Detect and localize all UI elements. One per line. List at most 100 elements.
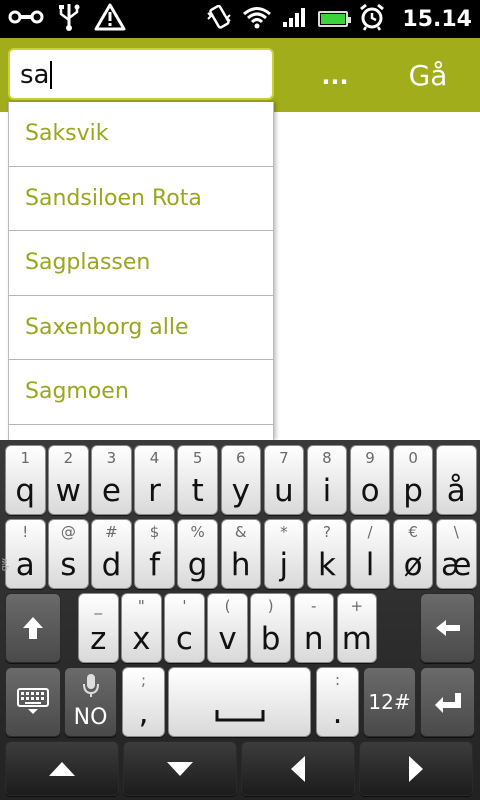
space-key[interactable] <box>168 667 311 737</box>
search-input-value: sa <box>20 60 50 90</box>
enter-key[interactable] <box>420 667 475 737</box>
shift-arrow-icon <box>6 594 60 662</box>
key-label: s <box>60 547 77 583</box>
voice-key-label: NO <box>73 705 108 730</box>
key-k[interactable]: ? k <box>306 519 348 589</box>
key-secondary-label: @ <box>60 523 76 541</box>
battery-level <box>321 14 345 24</box>
key-label: æ <box>441 547 472 583</box>
key-w[interactable]: 2w <box>48 445 89 515</box>
key-label: p <box>403 473 423 509</box>
arrow-down-key[interactable] <box>123 741 237 796</box>
key-secondary-label: * <box>280 523 288 541</box>
key-f[interactable]: $ f <box>134 519 175 589</box>
key-label: k <box>317 547 336 583</box>
backspace-key[interactable] <box>420 593 475 663</box>
search-input[interactable]: sa <box>8 48 274 100</box>
key-secondary-label: 7 <box>279 449 289 467</box>
comma-key[interactable]: ;, <box>122 667 165 737</box>
keyboard-side-label: qw <box>0 558 10 572</box>
key-label: a <box>15 547 35 583</box>
key-label: i <box>322 473 332 509</box>
key-u[interactable]: 7u <box>263 445 305 515</box>
keyboard-icon <box>6 668 60 736</box>
suggestion-item[interactable]: Sagmoen <box>9 360 273 425</box>
suggestion-item[interactable]: Saksvik <box>9 102 273 167</box>
key-label: q <box>15 473 36 509</box>
key-label: m <box>341 621 372 657</box>
key-label: d <box>101 547 122 583</box>
key-r[interactable]: 4r <box>134 445 175 515</box>
key-secondary-label: + <box>350 597 364 615</box>
key-label: f <box>149 547 160 583</box>
vibrate-icon <box>206 3 232 35</box>
key-secondary-label: 0 <box>408 449 418 467</box>
key-c[interactable]: ' c <box>164 593 205 663</box>
suggestion-item[interactable]: Sandsiloen Rota <box>9 167 273 231</box>
key-secondary-label: ! <box>22 523 29 541</box>
key-secondary-label: 2 <box>63 449 74 467</box>
usb-icon <box>58 2 80 36</box>
arrow-right-icon <box>360 742 472 795</box>
key-secondary-label: 6 <box>235 449 246 467</box>
key-o[interactable]: 9o <box>349 445 391 515</box>
key-label: b <box>260 621 281 657</box>
key-secondary-label: \ <box>453 523 459 541</box>
key-secondary-label: " <box>137 597 145 615</box>
key-secondary-label: & <box>234 523 247 541</box>
key-b[interactable]: ) b <box>250 593 291 663</box>
key-label: e <box>101 473 121 509</box>
key-secondary-label: 5 <box>192 449 203 467</box>
numbers-key[interactable]: 12# <box>363 667 416 737</box>
suggestion-item[interactable]: Saxenborg alle <box>9 296 273 360</box>
arrow-right-key[interactable] <box>359 741 473 796</box>
key-n[interactable]: -n <box>293 593 334 663</box>
key-h[interactable]: & h <box>220 519 261 589</box>
key-m[interactable]: + m <box>336 593 378 663</box>
key-s[interactable]: @ s <box>48 519 89 589</box>
more-button[interactable]: ... <box>300 58 370 98</box>
key-t[interactable]: 5t <box>177 445 218 515</box>
key-x[interactable]: " x <box>121 593 162 663</box>
key-ø[interactable]: € ø <box>392 519 434 589</box>
key-label: c <box>175 621 193 657</box>
key-å[interactable]: å <box>436 445 477 515</box>
key-p[interactable]: 0p <box>392 445 434 515</box>
key-secondary-label: € <box>408 523 418 541</box>
key-v[interactable]: (v <box>207 593 248 663</box>
arrow-left-key[interactable] <box>241 741 355 796</box>
key-secondary-label: $ <box>149 523 160 541</box>
shift-key[interactable] <box>5 593 61 663</box>
arrow-left-icon <box>242 742 354 795</box>
key-label: n <box>303 621 324 657</box>
period-key[interactable]: :. <box>316 667 359 737</box>
key-y[interactable]: 6y <box>220 445 261 515</box>
key-secondary-label: ) <box>267 597 274 615</box>
alarm-icon <box>358 3 386 35</box>
key-secondary-label: 8 <box>322 449 332 467</box>
key-d[interactable]: # d <box>91 519 132 589</box>
key-l[interactable]: / l <box>349 519 391 589</box>
key-q[interactable]: 1q <box>5 445 46 515</box>
key-label: y <box>231 473 250 509</box>
key-label: g <box>187 547 208 583</box>
key-a[interactable]: ! a <box>5 519 46 589</box>
key-secondary-label: ; <box>140 671 147 689</box>
voice-key[interactable]: NO <box>64 667 117 737</box>
key-e[interactable]: 3e <box>91 445 132 515</box>
key-i[interactable]: 8i <box>306 445 348 515</box>
key-z[interactable]: _ z <box>78 593 119 663</box>
key-secondary-label: 3 <box>106 449 117 467</box>
keyboard-settings-key[interactable] <box>5 667 61 737</box>
key-label: t <box>191 473 204 509</box>
suggestion-item[interactable]: Sagplassen <box>9 231 273 296</box>
go-button[interactable]: Gå <box>390 56 466 96</box>
key-g[interactable]: % g <box>177 519 218 589</box>
key-label: l <box>365 547 375 583</box>
key-æ[interactable]: \ æ <box>436 519 477 589</box>
clock: 15.14 <box>402 6 472 32</box>
key-j[interactable]: * j <box>263 519 305 589</box>
arrow-up-key[interactable] <box>5 741 119 796</box>
key-secondary-label: : <box>334 671 341 689</box>
wifi-icon <box>242 5 272 33</box>
